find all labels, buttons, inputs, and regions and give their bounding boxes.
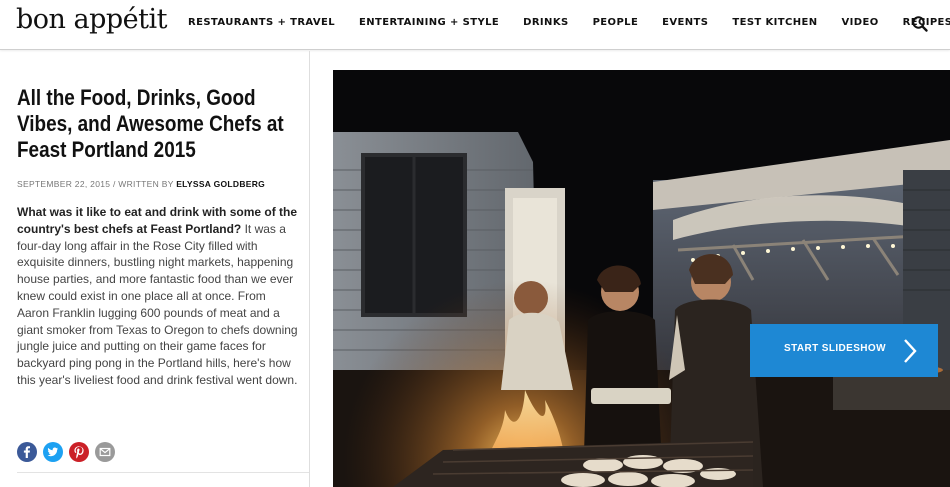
facebook-icon xyxy=(23,446,30,458)
pinterest-share-button[interactable] xyxy=(69,442,89,462)
nav-events[interactable]: EVENTS xyxy=(662,16,708,30)
twitter-share-button[interactable] xyxy=(43,442,63,462)
nav-test-kitchen[interactable]: TEST KITCHEN xyxy=(732,16,817,30)
pinterest-icon xyxy=(74,446,84,459)
nav-entertaining-style[interactable]: ENTERTAINING + STYLE xyxy=(359,16,499,30)
article-body: It was a four-day long affair in the Ros… xyxy=(17,221,298,387)
site-header: bon appétit RESTAURANTS + TRAVEL ENTERTAI… xyxy=(0,0,950,50)
email-icon xyxy=(99,447,111,457)
article-column: All the Food, Drinks, Good Vibes, and Aw… xyxy=(0,51,310,487)
nav-drinks[interactable]: DRINKS xyxy=(523,16,568,30)
search-icon[interactable] xyxy=(911,15,929,33)
hero-photo xyxy=(333,70,950,487)
main-nav: RESTAURANTS + TRAVEL ENTERTAINING + STYLE… xyxy=(188,16,950,30)
email-share-button[interactable] xyxy=(95,442,115,462)
nav-video[interactable]: VIDEO xyxy=(842,16,879,30)
article-byline: SEPTEMBER 22, 2015 / WRITTEN BY ELYSSA G… xyxy=(17,179,265,189)
nav-restaurants-travel[interactable]: RESTAURANTS + TRAVEL xyxy=(188,16,335,30)
article-intro: What was it like to eat and drink with s… xyxy=(17,204,300,389)
nav-people[interactable]: PEOPLE xyxy=(593,16,639,30)
chevron-right-icon xyxy=(904,339,917,363)
site-logo[interactable]: bon appétit xyxy=(16,4,168,35)
article-date: SEPTEMBER 22, 2015 xyxy=(17,179,111,189)
start-slideshow-label: START SLIDESHOW xyxy=(784,343,886,354)
author-link[interactable]: ELYSSA GOLDBERG xyxy=(176,179,265,189)
facebook-share-button[interactable] xyxy=(17,442,37,462)
share-buttons xyxy=(17,442,121,462)
article-divider xyxy=(17,472,309,473)
article-title: All the Food, Drinks, Good Vibes, and Aw… xyxy=(17,85,284,162)
twitter-icon xyxy=(47,447,58,457)
start-slideshow-button[interactable]: START SLIDESHOW xyxy=(750,324,938,377)
hero-image[interactable]: START SLIDESHOW xyxy=(333,70,950,487)
byline-prefix: / WRITTEN BY xyxy=(110,179,177,189)
